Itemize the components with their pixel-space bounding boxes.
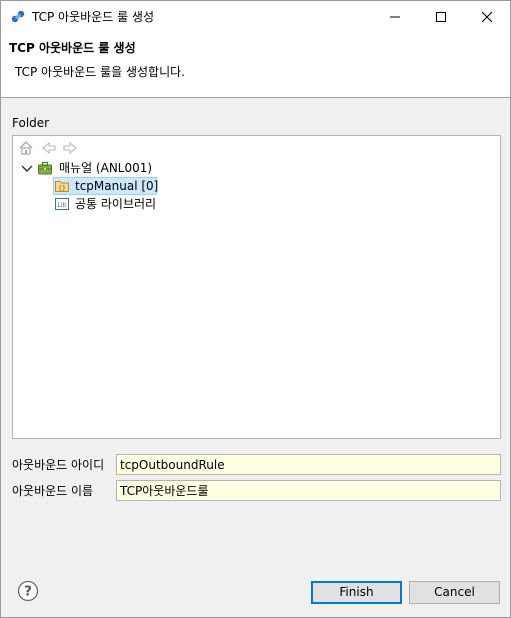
back-arrow-icon[interactable] [40,139,58,157]
briefcase-icon [37,160,53,176]
svg-text:?: ? [24,585,32,600]
tree-item-tcpmanual[interactable]: {} tcpManual [0] [53,177,159,195]
dialog-window: TCP 아웃바운드 룰 생성 TCP 아웃바운드 룰 생성 TCP 아웃바운드 … [0,0,511,618]
minimize-icon [390,16,400,18]
library-icon: Lib [54,196,70,212]
tree-root-node[interactable]: 매뉴얼 (ANL001) [19,159,219,177]
folder-icon: {} [54,178,70,194]
home-icon[interactable] [17,139,35,157]
tree-item-label: 공통 라이브러리 [75,197,157,211]
cancel-button[interactable]: Cancel [409,581,500,604]
svg-text:{}: {} [58,185,66,192]
outbound-id-label: 아웃바운드 아이디 [12,458,105,472]
outbound-id-input[interactable] [116,454,501,475]
app-logo-icon [10,9,26,25]
svg-text:Lib: Lib [58,202,67,209]
minimize-button[interactable] [372,1,418,32]
forward-arrow-icon[interactable] [61,139,79,157]
tree-item-common-library[interactable]: Lib 공통 라이브러리 [53,195,183,213]
banner-description: TCP 아웃바운드 룰을 생성합니다. [15,65,185,79]
wizard-banner: TCP 아웃바운드 룰 생성 TCP 아웃바운드 룰을 생성합니다. [1,32,510,98]
chevron-down-icon[interactable] [19,160,35,176]
window-title: TCP 아웃바운드 룰 생성 [32,10,155,24]
tree-root-label: 매뉴얼 (ANL001) [59,161,153,175]
help-icon[interactable]: ? [17,580,39,602]
close-button[interactable] [464,1,510,32]
banner-heading: TCP 아웃바운드 룰 생성 [9,41,136,55]
outbound-name-input[interactable] [116,480,501,501]
outbound-name-label: 아웃바운드 이름 [12,484,94,498]
maximize-icon [436,12,446,22]
close-icon [481,11,493,23]
tree-item-label: tcpManual [0] [75,179,159,193]
finish-button[interactable]: Finish [311,581,402,604]
folder-label: Folder [12,116,50,130]
folder-tree[interactable]: 매뉴얼 (ANL001) {} tcpManual [0] Lib 공통 라이브… [12,135,501,439]
maximize-button[interactable] [418,1,464,32]
title-bar: TCP 아웃바운드 룰 생성 [1,1,510,32]
